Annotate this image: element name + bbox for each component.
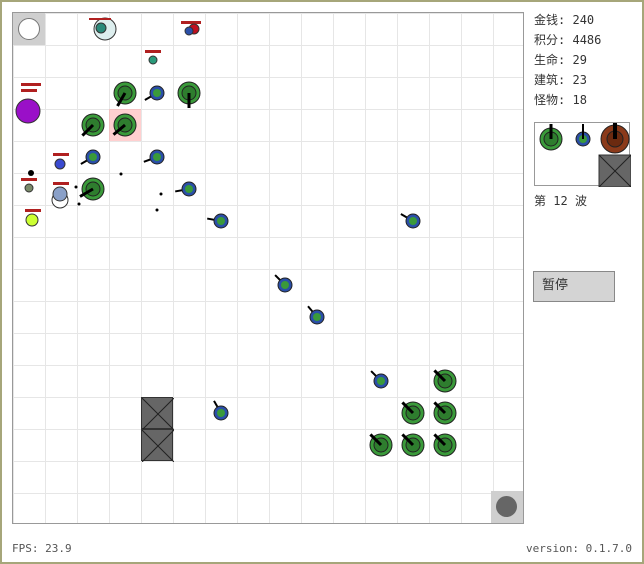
monster — [53, 153, 69, 170]
wall-icon[interactable] — [598, 154, 631, 187]
version-label: version: 0.1.7.0 — [526, 542, 632, 555]
money-stat: 金钱: 240 — [534, 12, 601, 32]
blue-tower[interactable] — [370, 370, 389, 389]
monsters-value: 18 — [572, 93, 587, 107]
cannon-tower[interactable] — [79, 177, 105, 201]
cannon-tower[interactable] — [401, 433, 425, 457]
blue-tower[interactable] — [400, 213, 421, 229]
buildings-label: 建筑: — [534, 73, 566, 87]
blue-tower[interactable] — [207, 213, 229, 229]
wave-indicator: 第 12 波 — [534, 192, 587, 209]
life-value: 29 — [572, 53, 587, 67]
cannon-tower[interactable] — [369, 433, 393, 457]
wave-prefix: 第 — [534, 194, 547, 208]
blue-tower[interactable] — [143, 149, 165, 165]
units-layer — [15, 17, 457, 457]
blue-tower[interactable] — [307, 305, 325, 325]
score-value: 4486 — [572, 33, 602, 47]
fps-counter: FPS: 23.9 — [12, 542, 72, 555]
cannon-tower[interactable] — [81, 113, 105, 137]
monster — [89, 17, 117, 41]
cannon-tower[interactable] — [433, 369, 457, 393]
monster — [181, 21, 201, 36]
monsters-label: 怪物: — [534, 93, 566, 107]
game-board[interactable] — [12, 12, 524, 524]
buildings-value: 23 — [572, 73, 587, 87]
cannon-tower-icon[interactable] — [539, 124, 563, 151]
buildings-stat: 建筑: 23 — [534, 72, 601, 92]
cannon-tower[interactable] — [113, 81, 137, 107]
blue-tower[interactable] — [274, 274, 293, 293]
wave-number: 12 — [553, 194, 568, 208]
monster — [15, 83, 41, 124]
monsters-stat: 怪物: 18 — [534, 92, 601, 112]
wave-suffix: 波 — [574, 194, 587, 208]
cannon-tower[interactable] — [433, 401, 457, 425]
cannon-tower[interactable] — [112, 113, 137, 137]
monster — [145, 50, 161, 65]
monster — [25, 209, 41, 227]
money-value: 240 — [572, 13, 595, 27]
score-stat: 积分: 4486 — [534, 32, 601, 52]
blue-tower[interactable] — [80, 149, 101, 165]
cannon-tower[interactable] — [433, 433, 457, 457]
pause-button[interactable]: 暂停 — [533, 271, 615, 302]
cannon-tower[interactable] — [177, 81, 201, 108]
blue-tower[interactable] — [144, 85, 165, 101]
life-stat: 生命: 29 — [534, 52, 601, 72]
building-palette — [534, 122, 631, 187]
money-label: 金钱: — [534, 13, 566, 27]
blue-tower-icon[interactable] — [575, 124, 591, 147]
blue-tower[interactable] — [175, 181, 197, 197]
heavy-tower-icon[interactable] — [600, 123, 630, 154]
stats-panel: 金钱: 240 积分: 4486 生命: 29 建筑: 23 怪物: 18 — [534, 12, 601, 112]
score-label: 积分: — [534, 33, 566, 47]
cannon-tower[interactable] — [401, 401, 425, 425]
life-label: 生命: — [534, 53, 566, 67]
monster — [21, 170, 37, 193]
blue-tower[interactable] — [213, 400, 229, 421]
monster — [51, 182, 69, 209]
